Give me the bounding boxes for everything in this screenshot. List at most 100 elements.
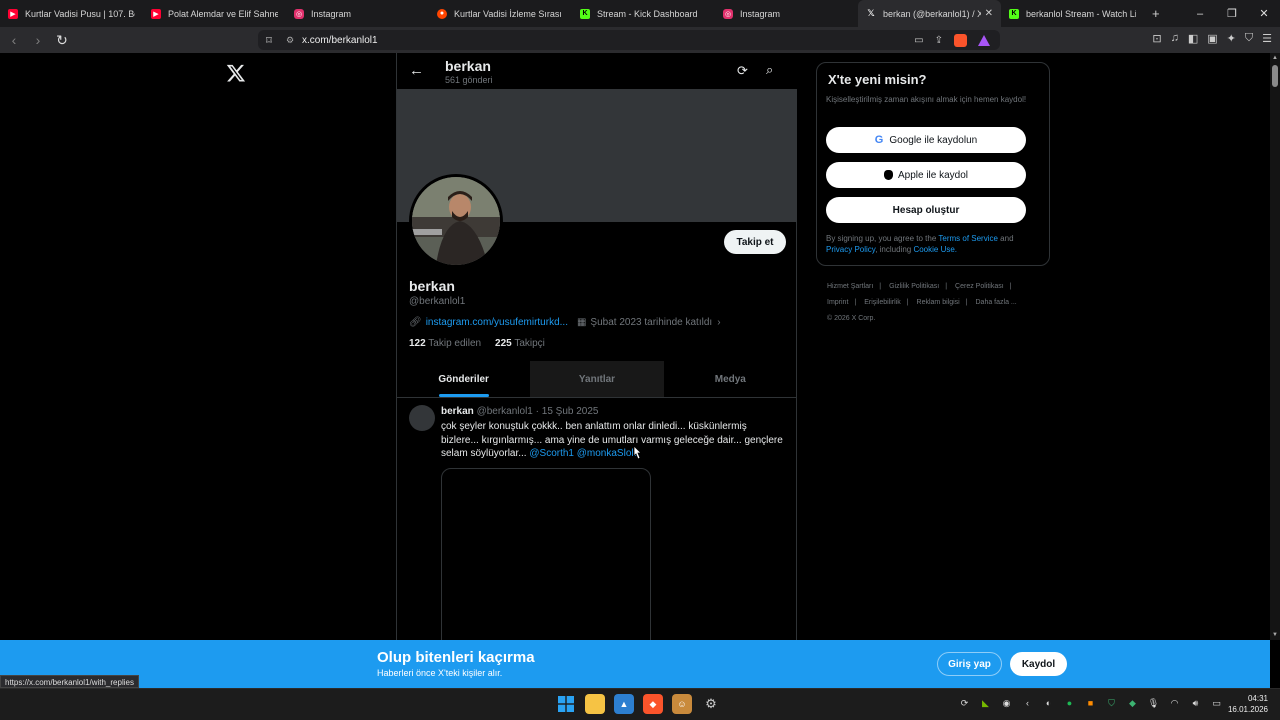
followers-link[interactable]: 225 Takipçi (495, 338, 545, 349)
privacy-link[interactable]: Privacy Policy (826, 245, 875, 254)
post-author[interactable]: berkan (441, 406, 474, 417)
photos-icon[interactable]: ▲ (614, 694, 634, 714)
windows-start-icon[interactable] (556, 694, 576, 714)
close-icon[interactable]: ✕ (985, 8, 993, 19)
steam-icon[interactable]: ◉ (1000, 698, 1013, 709)
profile-website-link[interactable]: instagram.com/yusufemirturkd... (426, 317, 568, 328)
footer-link[interactable]: Çerez Politikası (955, 283, 1004, 290)
scroll-down-icon[interactable]: ▼ (1270, 632, 1280, 638)
browser-tab[interactable]: ◎ Instagram (715, 0, 858, 27)
wifi-icon[interactable]: ◠ (1168, 698, 1181, 709)
footer-link[interactable]: Daha fazla ... (976, 299, 1017, 306)
media-icon[interactable]: ♫ (1171, 32, 1179, 45)
footer-link[interactable]: Reklam bilgisi (917, 299, 960, 306)
brave-rewards-icon[interactable] (978, 34, 990, 46)
browser-tab[interactable]: K Stream - Kick Dashboard (572, 0, 715, 27)
register-button[interactable]: Kaydol (1010, 652, 1067, 676)
profile-tabs: Gönderiler Yanıtlar Medya (397, 361, 797, 398)
browser-tab[interactable]: ◎ Instagram (286, 0, 429, 27)
browser-tab[interactable]: ▶ Kurtlar Vadisi Pusu | 107. Bölüm (0, 0, 143, 27)
post-avatar[interactable] (409, 405, 435, 431)
network-app-icon[interactable]: ◆ (1126, 698, 1139, 709)
reload-icon[interactable]: ↻ (52, 30, 72, 50)
minimize-icon[interactable]: – (1184, 8, 1216, 20)
brave-shields-icon[interactable] (954, 33, 967, 47)
bookmark-icon[interactable]: ⌑ (258, 34, 280, 47)
cookie-link[interactable]: Cookie Use. (913, 245, 957, 254)
brave-browser-icon[interactable]: ◆ (643, 694, 663, 714)
google-signup-button[interactable]: G Google ile kaydolun (826, 127, 1026, 153)
create-account-button[interactable]: Hesap oluştur (826, 197, 1026, 223)
chevron-up-icon[interactable]: ‹ (1021, 698, 1034, 709)
browser-tool-icons: ⊡ ♫ ◧ ▣ ✦ ⛉ ☰ (1152, 32, 1272, 45)
wallet-icon[interactable]: ▣ (1207, 32, 1217, 45)
cast-icon[interactable]: ▭ (914, 35, 923, 46)
footer-link[interactable]: Gizlilik Politikası (889, 283, 939, 290)
sidebar-icon[interactable]: ◧ (1188, 32, 1198, 45)
browser-tab[interactable]: ● Kurtlar Vadisi İzleme Sırası : r/K (429, 0, 572, 27)
shield-icon[interactable]: ⛉ (1105, 698, 1118, 709)
post-header: berkan @berkanlol1 · 15 Şub 2025 (441, 406, 599, 417)
terms-link[interactable]: Terms of Service (938, 234, 998, 243)
instagram-icon: ◎ (294, 8, 304, 19)
chevron-right-icon[interactable]: › (717, 317, 720, 328)
forward-icon[interactable]: › (28, 30, 48, 50)
apple-icon (883, 170, 893, 180)
file-explorer-icon[interactable] (585, 694, 605, 714)
leo-ai-icon[interactable]: ✦ (1227, 32, 1236, 45)
nvidia-icon[interactable]: ◣ (979, 698, 992, 709)
browser-tab-active[interactable]: 𝕏berkan (@berkanlol1) / X ✕ (858, 0, 1001, 27)
url-text[interactable]: x.com/berkanlol1 (300, 35, 914, 46)
app-tray-icon[interactable]: ■ (1084, 698, 1097, 709)
page-scrollbar[interactable]: ▲ ▼ (1270, 53, 1280, 640)
post-item[interactable]: berkan @berkanlol1 · 15 Şub 2025 çok şey… (397, 399, 797, 640)
vpn-icon[interactable]: ⛉ (1245, 32, 1253, 45)
site-settings-icon[interactable]: ⚙ (280, 35, 300, 46)
login-button[interactable]: Giriş yap (937, 652, 1002, 676)
menu-icon[interactable]: ☰ (1262, 32, 1272, 45)
follow-button[interactable]: Takip et (724, 230, 786, 254)
kick-icon: K (1009, 8, 1019, 19)
sync-icon[interactable]: ⟳ (958, 698, 971, 709)
address-bar[interactable]: ⌑ ⚙ x.com/berkanlol1 ▭ ⇪ (258, 30, 1000, 50)
x-logo-icon[interactable] (226, 63, 246, 83)
apple-signup-button[interactable]: Apple ile kaydol (826, 162, 1026, 188)
search-icon[interactable]: ⌕ (766, 62, 773, 78)
settings-icon[interactable]: ⚙ (701, 694, 721, 714)
back-icon[interactable]: ‹ (4, 30, 24, 50)
tab-posts[interactable]: Gönderiler (397, 361, 530, 397)
footer-link[interactable]: Hizmet Şartları (827, 283, 873, 290)
signup-card: X'te yeni misin? Kişiselleştirilmiş zama… (816, 62, 1050, 266)
volume-icon[interactable]: 🔊︎ (1189, 698, 1202, 709)
following-link[interactable]: 122 Takip edilen (409, 338, 481, 349)
post-handle[interactable]: @berkanlol1 (477, 406, 533, 417)
tab-media[interactable]: Medya (664, 361, 797, 397)
post-date[interactable]: 15 Şub 2025 (542, 406, 599, 417)
new-tab-icon[interactable]: + (1152, 6, 1168, 21)
spotify-icon[interactable]: ● (1063, 698, 1076, 709)
tab-replies[interactable]: Yanıtlar (530, 361, 664, 397)
avatar[interactable] (409, 174, 503, 268)
browser-tab[interactable]: ▶ Polat Alemdar ve Elif Sahneleri (143, 0, 286, 27)
screenshot-icon[interactable]: ⊡ (1152, 32, 1161, 45)
browser-tab[interactable]: Kberkanlol Stream - Watch Live (1001, 0, 1144, 27)
share-icon[interactable]: ⇪ (935, 35, 943, 46)
profile-topbar: ← berkan 561 gönderi ⟳ ⌕ (397, 53, 797, 89)
grok-icon[interactable]: ⟳ (737, 63, 748, 79)
browser-toolbar: ‹ › ↻ ⌑ ⚙ x.com/berkanlol1 ▭ ⇪ ⊡ ♫ ◧ ▣ ✦… (0, 27, 1280, 53)
app-avatar-icon[interactable]: ☺ (672, 694, 692, 714)
scroll-up-icon[interactable]: ▲ (1270, 55, 1280, 61)
follow-stats: 122 Takip edilen 225 Takipçi (409, 338, 545, 349)
close-window-icon[interactable]: ✕ (1248, 7, 1280, 20)
battery-icon[interactable]: ▭ (1210, 698, 1223, 709)
maximize-icon[interactable]: ❐ (1216, 7, 1248, 20)
system-clock[interactable]: 04:31 16.01.2026 (1228, 693, 1268, 715)
microphone-icon[interactable]: 🎙︎ (1147, 698, 1160, 709)
footer-link[interactable]: Erişilebilirlik (864, 299, 901, 306)
scrollbar-thumb[interactable] (1272, 65, 1278, 87)
discord-icon[interactable]: ◐ (1042, 698, 1055, 709)
footer-link[interactable]: Imprint (827, 299, 848, 306)
back-arrow-icon[interactable]: ← (409, 62, 424, 79)
post-media[interactable] (441, 468, 651, 640)
post-mentions[interactable]: @Scorth1 @monkaSlol1 (529, 448, 639, 459)
